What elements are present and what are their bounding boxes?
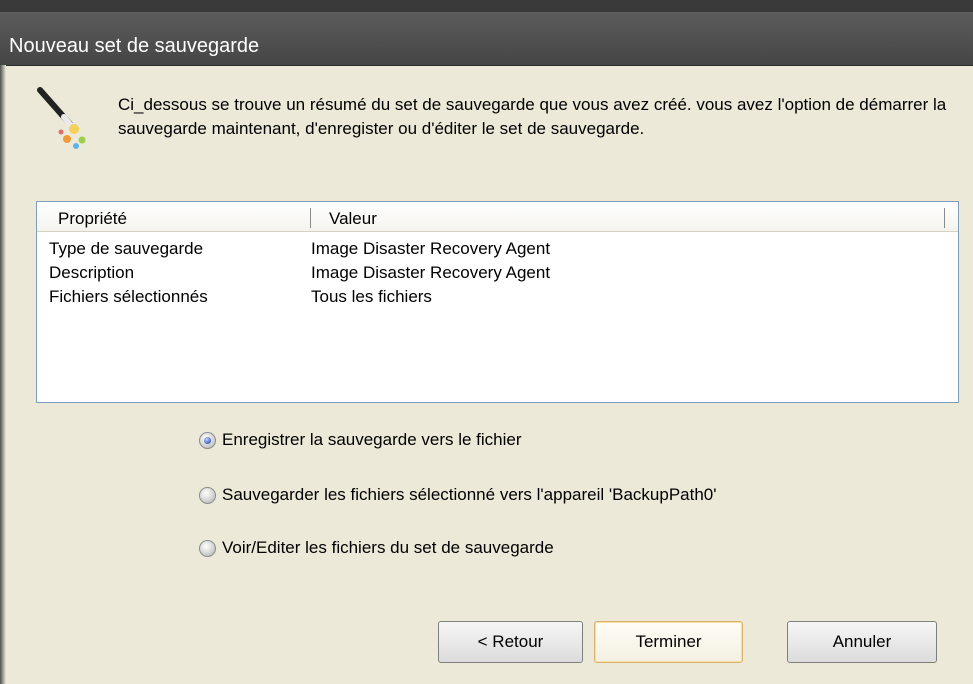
cancel-button[interactable]: Annuler [787,621,937,663]
option-view-edit-files[interactable]: Voir/Editer les fichiers du set de sauve… [199,536,554,560]
list-row[interactable]: Description Image Disaster Recovery Agen… [37,263,958,287]
row-value: Image Disaster Recovery Agent [311,239,551,258]
column-header-property[interactable]: Propriété [58,209,127,229]
back-button[interactable]: < Retour [438,621,583,663]
column-divider[interactable] [310,208,311,228]
finish-button[interactable]: Terminer [594,621,743,663]
list-row[interactable]: Type de sauvegarde Image Disaster Recove… [37,239,958,263]
option-save-to-file[interactable]: Enregistrer la sauvegarde vers le fichie… [199,428,522,452]
column-header-value[interactable]: Valeur [329,209,377,229]
background-window-strip [0,0,973,12]
magic-wand-icon [37,87,86,149]
row-property: Description [49,263,135,282]
radio-button[interactable] [199,539,216,557]
summary-description: Ci_dessous se trouve un résumé du set de… [118,95,947,138]
row-value: Tous les fichiers [311,287,432,306]
option-label: Sauvegarder les fichiers sélectionné ver… [222,485,717,504]
radio-button-selected[interactable] [199,431,216,449]
column-divider[interactable] [944,208,945,228]
list-row[interactable]: Fichiers sélectionnés Tous les fichiers [37,287,958,311]
title-bar[interactable]: Nouveau set de sauvegarde [0,12,973,66]
option-backup-to-device[interactable]: Sauvegarder les fichiers sélectionné ver… [199,483,717,507]
window-edge-shadow [0,65,6,684]
row-value: Image Disaster Recovery Agent [311,263,551,282]
option-label: Voir/Editer les fichiers du set de sauve… [222,538,554,557]
row-property: Type de sauvegarde [49,239,204,258]
list-header: Propriété Valeur [37,202,958,232]
radio-button[interactable] [199,486,216,504]
summary-list[interactable]: Propriété Valeur Type de sauvegarde Imag… [36,201,959,403]
row-property: Fichiers sélectionnés [49,287,208,306]
window-title: Nouveau set de sauvegarde [9,35,260,57]
option-label: Enregistrer la sauvegarde vers le fichie… [222,430,522,449]
